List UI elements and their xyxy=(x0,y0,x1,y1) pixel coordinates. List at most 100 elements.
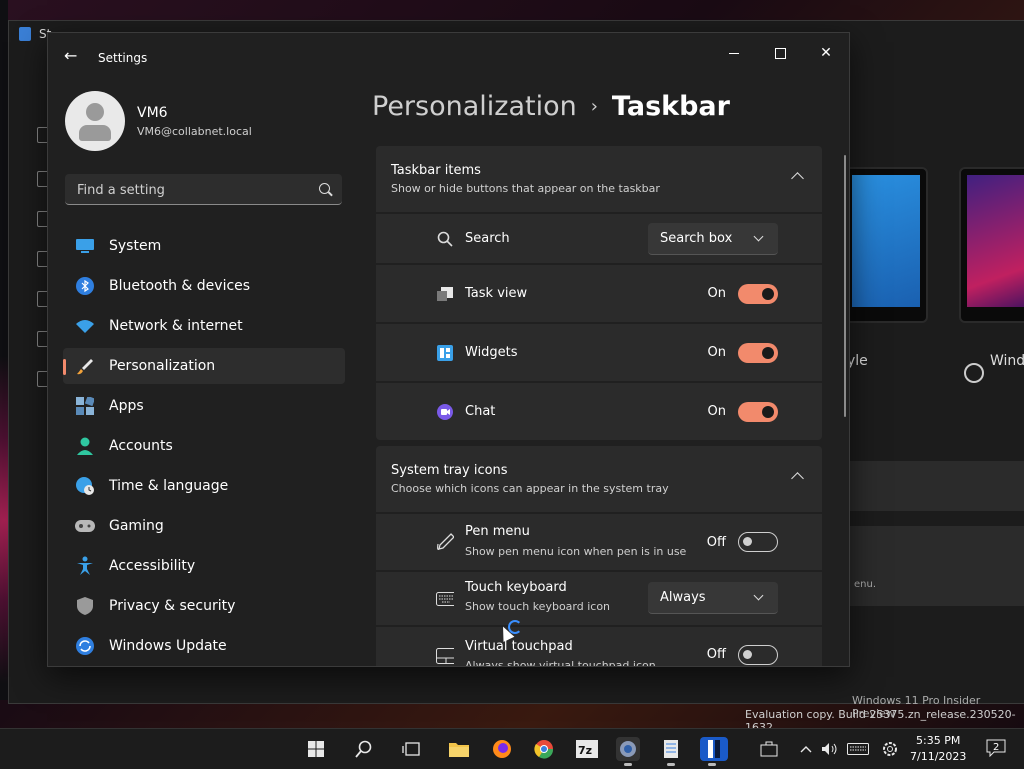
touchpad-icon xyxy=(436,647,454,665)
task-view-toggle[interactable] xyxy=(738,284,778,304)
theme-radio[interactable] xyxy=(964,363,984,383)
search-mode-dropdown[interactable]: Search box xyxy=(648,223,778,255)
sidebar-item-accounts[interactable]: Accounts xyxy=(63,428,345,464)
sidebar-item-windows-update[interactable]: Windows Update xyxy=(63,628,345,664)
section-header[interactable]: System tray icons Choose which icons can… xyxy=(376,446,822,512)
briefcase-icon xyxy=(760,741,778,757)
sidebar-item-accessibility[interactable]: Accessibility xyxy=(63,548,345,584)
settings-card[interactable] xyxy=(844,461,1024,511)
7zip-icon: 7z xyxy=(576,740,598,758)
breadcrumb-separator: › xyxy=(590,96,598,117)
breadcrumb: Personalization › Taskbar xyxy=(372,91,730,122)
folder-icon xyxy=(449,743,469,757)
sidebar-item-time-language[interactable]: Time & language xyxy=(63,468,345,504)
quick-settings-button[interactable] xyxy=(878,737,902,761)
gear-icon xyxy=(620,741,636,757)
sidebar-item-apps[interactable]: Apps xyxy=(63,388,345,424)
sidebar-item-personalization[interactable]: Personalization xyxy=(63,348,345,384)
background-window-sidebar xyxy=(9,81,53,421)
settings-window[interactable]: ← Settings ✕ VM6 VM6@collabnet.local Sys… xyxy=(47,32,850,667)
accessibility-icon xyxy=(75,556,95,576)
app-taskbar-button[interactable] xyxy=(700,737,728,766)
settings-taskbar-button[interactable] xyxy=(616,737,640,766)
maximize-button[interactable] xyxy=(766,43,794,63)
firefox-button[interactable] xyxy=(490,737,514,761)
widgets-icon xyxy=(436,344,454,362)
task-view-button[interactable] xyxy=(399,737,423,761)
close-button[interactable]: ✕ xyxy=(812,43,840,63)
sidebar-item-network[interactable]: Network & internet xyxy=(63,308,345,344)
notification-center-button[interactable]: 2 xyxy=(986,739,1006,757)
section-title: Taskbar items xyxy=(391,163,481,178)
page-title: Taskbar xyxy=(611,91,730,122)
notepad-button[interactable] xyxy=(659,737,683,766)
maximize-icon xyxy=(774,47,786,59)
widgets-toggle[interactable] xyxy=(738,343,778,363)
section-subtitle: Choose which icons can appear in the sys… xyxy=(391,482,669,495)
shield-icon xyxy=(75,596,95,616)
touch-keyboard-dropdown[interactable]: Always xyxy=(648,582,778,614)
setting-row-widgets: Widgets On xyxy=(376,324,822,381)
theme-thumbnail[interactable] xyxy=(959,167,1024,323)
search-box[interactable] xyxy=(65,174,342,206)
search-icon[interactable] xyxy=(319,183,330,194)
search-input[interactable] xyxy=(75,174,309,206)
taskbar: 7z 5:35 PM 7/11/2023 2 xyxy=(0,728,1024,769)
title-bar[interactable]: ← Settings ✕ xyxy=(48,33,849,81)
file-explorer-button[interactable] xyxy=(447,737,471,761)
chrome-button[interactable] xyxy=(532,737,556,761)
clock-date: 7/11/2023 xyxy=(910,750,967,763)
start-button[interactable] xyxy=(304,737,328,761)
toggle-state-label: On xyxy=(707,286,726,301)
task-view-icon xyxy=(436,285,454,303)
apps-icon xyxy=(75,396,95,416)
wifi-icon xyxy=(75,316,95,336)
search-icon xyxy=(436,230,454,248)
avatar[interactable] xyxy=(65,91,125,151)
back-arrow-icon[interactable]: ← xyxy=(64,48,80,64)
task-view-icon xyxy=(402,742,420,756)
setting-row-pen-menu: Pen menu Show pen menu icon when pen is … xyxy=(376,514,822,570)
chevron-up-icon[interactable] xyxy=(791,472,804,485)
breadcrumb-parent[interactable]: Personalization xyxy=(372,91,577,122)
keyboard-tray-button[interactable] xyxy=(846,737,870,761)
gamepad-icon xyxy=(75,516,95,536)
user-name: VM6 xyxy=(137,105,168,121)
section-header[interactable]: Taskbar items Show or hide buttons that … xyxy=(376,146,822,212)
theme-label: yle xyxy=(847,353,868,369)
chat-toggle[interactable] xyxy=(738,402,778,422)
pen-menu-toggle[interactable] xyxy=(738,532,778,552)
toggle-state-label: Off xyxy=(706,647,726,662)
window-title: Settings xyxy=(98,51,148,65)
tray-app-button[interactable] xyxy=(757,737,781,761)
brush-icon xyxy=(75,356,95,376)
virtual-touchpad-toggle[interactable] xyxy=(738,645,778,665)
sidebar-item-gaming[interactable]: Gaming xyxy=(63,508,345,544)
pen-icon xyxy=(436,533,454,551)
system-icon xyxy=(75,236,95,256)
app-icon xyxy=(708,740,720,758)
app-icon xyxy=(19,27,31,41)
taskbar-search-button[interactable] xyxy=(352,737,376,761)
notepad-icon xyxy=(664,740,678,758)
theme-thumbnail[interactable] xyxy=(844,167,928,323)
bluetooth-icon xyxy=(75,276,95,296)
minimize-button[interactable] xyxy=(720,43,748,63)
toggle-state-label: Off xyxy=(706,535,726,550)
section-title: System tray icons xyxy=(391,463,508,478)
sidebar-item-bluetooth[interactable]: Bluetooth & devices xyxy=(63,268,345,304)
clock[interactable]: 5:35 PM 7/11/2023 xyxy=(910,733,966,765)
settings-card[interactable] xyxy=(844,526,1024,606)
sidebar-item-privacy[interactable]: Privacy & security xyxy=(63,588,345,624)
sidebar-item-system[interactable]: System xyxy=(63,228,345,264)
volume-button[interactable] xyxy=(818,737,842,761)
show-hidden-icons-button[interactable] xyxy=(794,737,818,761)
keyboard-icon xyxy=(436,590,454,608)
person-icon xyxy=(75,436,95,456)
scrollbar-thumb[interactable] xyxy=(844,155,846,417)
7zip-button[interactable]: 7z xyxy=(575,737,599,761)
chevron-up-icon[interactable] xyxy=(791,172,804,185)
busy-spinner-icon xyxy=(508,620,522,634)
minimize-icon xyxy=(729,52,739,54)
setting-row-touch-keyboard: Touch keyboard Show touch keyboard icon … xyxy=(376,572,822,625)
